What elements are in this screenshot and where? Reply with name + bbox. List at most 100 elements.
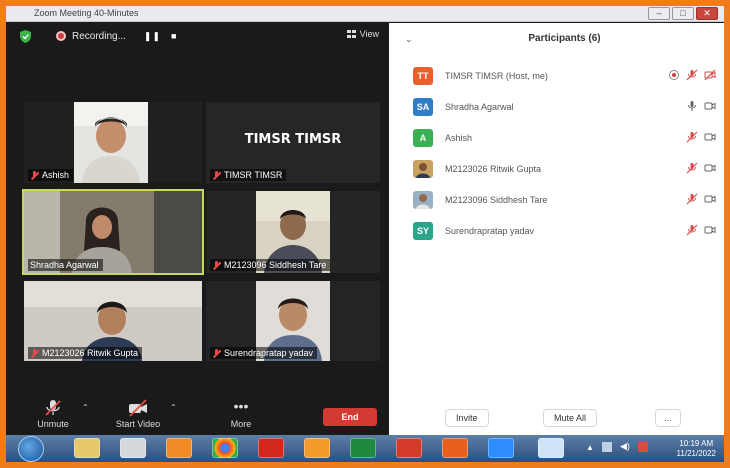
view-label: View [359,29,379,39]
microphone-muted-icon [45,400,61,416]
participant-row[interactable]: M2123096 Siddhesh Tare [389,185,724,216]
record-icon [669,70,679,80]
meeting-topbar: Recording... ❚❚ ■ View [6,23,389,49]
browser-globe-icon[interactable] [350,438,376,458]
microphone-muted-icon [212,170,221,180]
video-camera-off-icon [129,399,147,417]
document-icon[interactable] [538,438,564,458]
chrome-icon[interactable] [212,438,238,458]
avatar [413,191,433,209]
media-player-icon[interactable] [166,438,192,458]
microphone-muted-icon [212,348,221,358]
participant-row[interactable]: SA Shradha Agarwal [389,92,724,123]
tile-name-label: Shradha Agarwal [28,259,103,271]
view-button[interactable]: View [346,29,379,39]
ellipsis-icon: ••• [233,398,249,414]
start-video-button[interactable]: Start Video [106,399,170,429]
avatar: A [413,129,433,147]
participant-name: M2123026 Ritwik Gupta [445,164,542,174]
invite-button[interactable]: Invite [445,409,489,427]
participant-name: TIMSR TIMSR (Host, me) [445,71,548,81]
participants-actions: Invite Mute All ... [389,405,724,435]
microphone-muted-icon [686,131,698,143]
avatar [413,160,433,178]
stop-recording-button[interactable]: ■ [171,31,177,41]
video-tile-siddhesh[interactable]: M2123096 Siddhesh Tare [206,191,380,273]
microphone-muted-icon [30,348,39,358]
pdf-reader-icon[interactable] [258,438,284,458]
participant-row[interactable]: A Ashish [389,123,724,154]
video-tile-shradha[interactable]: Shradha Agarwal [22,189,204,275]
participants-header: ⌄ Participants (6) [389,23,724,53]
video-tile-ritwik[interactable]: M2123026 Ritwik Gupta [24,281,202,361]
participant-row[interactable]: M2123026 Ritwik Gupta [389,154,724,185]
participant-name: M2123096 Siddhesh Tare [445,195,548,205]
shield-icon[interactable] [20,30,31,43]
minimize-button[interactable]: – [648,7,670,20]
start-video-label: Start Video [115,419,161,429]
video-tile-ashish[interactable]: Ashish [24,102,202,183]
participant-row[interactable]: TT TIMSR TIMSR (Host, me) [389,61,724,92]
unmute-button[interactable]: Unmute [28,399,78,429]
more-label: More [230,419,252,429]
mute-all-button[interactable]: Mute All [543,409,598,427]
tray-arrow-icon[interactable]: ▲ [586,443,594,452]
audio-options-caret-icon[interactable]: ⌃ [82,403,89,412]
video-options-caret-icon[interactable]: ⌃ [170,403,177,412]
avatar: SA [413,98,433,116]
vlc-icon[interactable] [304,438,330,458]
more-options-button[interactable]: ... [655,409,681,427]
close-button[interactable]: ✕ [696,7,718,20]
record-icon [56,31,66,41]
video-camera-icon [704,133,716,141]
action-center-icon[interactable] [638,442,648,452]
unmute-label: Unmute [37,419,69,429]
participants-panel: ⌄ Participants (6) TT TIMSR TIMSR (Host,… [389,23,724,435]
participant-name: Ashish [445,133,473,143]
participant-name: Surendrapratap yadav [445,226,535,236]
tile-name-label: Surendrapratap yadav [210,347,318,359]
video-camera-icon [704,102,716,110]
windows-start-icon[interactable] [18,436,44,462]
participant-video [74,102,148,183]
microphone-muted-icon [686,162,698,174]
system-clock[interactable]: 10:19 AM 11/21/2022 [677,439,716,459]
clock-time: 10:19 AM [679,439,714,448]
recording-label: Recording... [72,30,126,42]
participant-row[interactable]: SY Surendrapratap yadav [389,216,724,247]
presentation-icon[interactable] [396,438,422,458]
participants-list: TT TIMSR TIMSR (Host, me) SA Shradha Aga… [389,61,724,247]
zoom-app-icon[interactable] [488,438,514,458]
zoom-window: Zoom Meeting 40-Minutes – □ ✕ Recording.… [6,6,724,462]
video-tile-surendrapratap[interactable]: Surendrapratap yadav [206,281,380,361]
window-title: Zoom Meeting 40-Minutes [34,8,139,18]
tile-name-label: M2123096 Siddhesh Tare [210,259,331,271]
video-tile-timsr[interactable]: TIMSR TIMSR TIMSR TIMSR [206,102,380,183]
maximize-button[interactable]: □ [672,7,694,20]
end-meeting-button[interactable]: End [323,408,377,426]
clock-date: 11/21/2022 [676,449,716,458]
video-camera-off-icon [704,69,716,81]
participant-name: Shradha Agarwal [445,102,514,112]
pause-recording-button[interactable]: ❚❚ [144,31,161,42]
participants-title: Participants (6) [528,33,601,44]
volume-icon[interactable]: ◀) [620,441,630,452]
firefox-icon[interactable] [442,438,468,458]
file-explorer-icon[interactable] [74,438,100,458]
recording-indicator: Recording... ❚❚ ■ [56,27,177,45]
microphone-muted-icon [686,69,698,81]
microphone-icon [688,101,696,111]
tile-name-label: Ashish [28,169,74,181]
meeting-controls: Unmute ⌃ Start Video ⌃ ••• More End [6,395,389,435]
more-button[interactable]: ••• More [218,399,264,429]
avatar: TT [413,67,433,85]
title-bar: Zoom Meeting 40-Minutes – □ ✕ [6,6,724,22]
meeting-area: Recording... ❚❚ ■ View Ashish TIMSR TIMS… [6,23,389,435]
paint-icon[interactable] [120,438,146,458]
tile-name-label: TIMSR TIMSR [210,169,287,181]
microphone-muted-icon [30,170,39,180]
tile-name-label: M2123026 Ritwik Gupta [28,347,143,359]
network-icon[interactable] [602,442,612,452]
microphone-muted-icon [212,260,221,270]
microphone-muted-icon [686,193,698,205]
